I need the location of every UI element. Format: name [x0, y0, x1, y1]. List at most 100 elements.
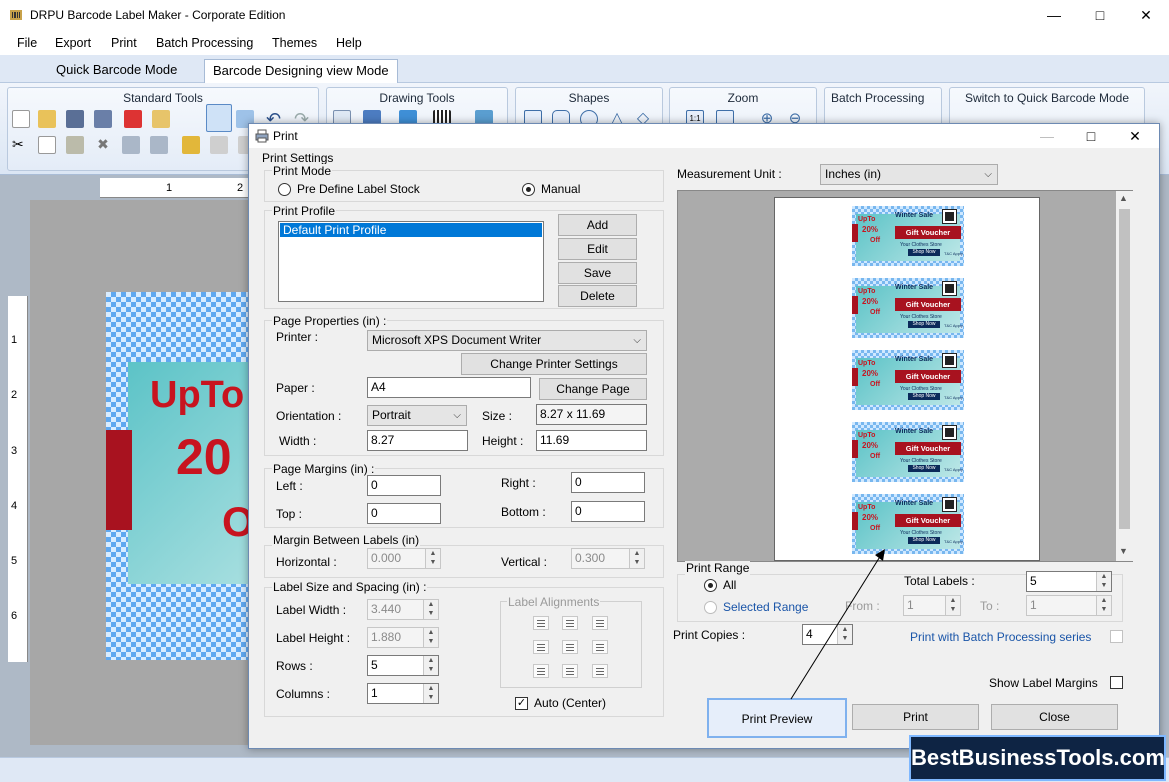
label-text-percent[interactable]: 20: [176, 428, 232, 486]
printer-select[interactable]: Microsoft XPS Document Writer ⌵: [367, 330, 647, 351]
close-icon[interactable]: ✕: [1123, 0, 1169, 31]
margin-between-legend: Margin Between Labels (in): [272, 533, 421, 547]
dialog-minimize-icon[interactable]: —: [1025, 124, 1069, 148]
label-store: Your Clothes Store: [900, 314, 942, 320]
label-percent: 20%: [862, 297, 879, 306]
menu-themes[interactable]: Themes: [272, 36, 317, 50]
change-page-button[interactable]: Change Page: [539, 378, 647, 400]
maximize-icon[interactable]: □: [1077, 0, 1123, 31]
profile-list[interactable]: Default Print Profile: [278, 221, 544, 302]
tab-quick-barcode-mode[interactable]: Quick Barcode Mode: [48, 59, 185, 83]
label-voucher: Gift Voucher: [895, 226, 961, 239]
scrollbar-thumb[interactable]: [1119, 209, 1130, 529]
preview-label: UpTo 20% Off Winter Sale Gift Voucher Your …: [852, 278, 964, 338]
total-labels-field[interactable]: 5 ▲ ▼: [1026, 571, 1112, 592]
label-voucher: Gift Voucher: [895, 442, 961, 455]
delete-icon[interactable]: ✖: [94, 136, 112, 154]
page-width-field[interactable]: 8.27: [367, 430, 468, 451]
label-off: Off: [870, 237, 881, 244]
pdf-icon[interactable]: [124, 110, 142, 128]
height-label: Height :: [482, 434, 524, 448]
radio-predefine-label-stock[interactable]: [278, 183, 291, 196]
spinner-icon: ▲ ▼: [423, 628, 438, 647]
label-voucher: Gift Voucher: [895, 514, 961, 527]
spinner-icon[interactable]: ▲ ▼: [423, 656, 438, 675]
bring-front-icon[interactable]: [122, 136, 140, 154]
label-width-field: 3.440 ▲ ▼: [367, 599, 439, 620]
label-text-upto[interactable]: UpTo: [150, 374, 244, 417]
spinner-icon[interactable]: ▲ ▼: [423, 684, 438, 703]
page-margins-legend: Page Margins (in) :: [272, 462, 376, 476]
auto-center-label: Auto (Center): [534, 696, 607, 710]
save-as-icon[interactable]: [94, 110, 112, 128]
close-button[interactable]: Close: [991, 704, 1118, 730]
orientation-select[interactable]: Portrait ⌵: [367, 405, 467, 426]
qr-code-icon: [942, 425, 957, 440]
rows-value: 5: [371, 658, 378, 672]
label-title: Winter Sale: [895, 500, 934, 507]
save-profile-button[interactable]: Save: [558, 262, 637, 284]
tab-barcode-designing-mode[interactable]: Barcode Designing view Mode: [204, 59, 398, 83]
printer-value: Microsoft XPS Document Writer: [372, 333, 542, 347]
menu-export[interactable]: Export: [55, 36, 91, 50]
unlock-icon[interactable]: [210, 136, 228, 154]
dialog-close-icon[interactable]: ✕: [1113, 124, 1157, 148]
new-icon[interactable]: [12, 110, 30, 128]
add-profile-button[interactable]: Add: [558, 214, 637, 236]
radio-manual[interactable]: [522, 183, 535, 196]
minimize-icon[interactable]: —: [1031, 0, 1077, 31]
spinner-icon[interactable]: ▲ ▼: [1096, 572, 1111, 591]
menu-help[interactable]: Help: [336, 36, 362, 50]
menu-file[interactable]: File: [17, 36, 37, 50]
copy-icon[interactable]: [38, 136, 56, 154]
orientation-value: Portrait: [372, 408, 411, 422]
label-upto: UpTo: [858, 216, 876, 223]
label-height-value: 1.880: [371, 630, 402, 644]
delete-profile-button[interactable]: Delete: [558, 285, 637, 307]
scroll-up-icon[interactable]: ▲: [1119, 193, 1128, 203]
columns-stepper[interactable]: 1 ▲ ▼: [367, 683, 439, 704]
label-store: Your Clothes Store: [900, 458, 942, 464]
rows-stepper[interactable]: 5 ▲ ▼: [367, 655, 439, 676]
paste-icon[interactable]: [66, 136, 84, 154]
align-top-right-icon: [592, 616, 608, 630]
print-range-legend: Print Range: [685, 561, 751, 575]
scroll-down-icon[interactable]: ▼: [1119, 546, 1128, 556]
lock-icon[interactable]: [182, 136, 200, 154]
right-margin-field[interactable]: 0: [571, 472, 645, 493]
send-back-icon[interactable]: [150, 136, 168, 154]
save-icon[interactable]: [66, 110, 84, 128]
radio-selected-range[interactable]: [704, 601, 717, 614]
show-label-margins-checkbox[interactable]: [1110, 676, 1123, 689]
label-percent: 20%: [862, 513, 879, 522]
auto-center-checkbox[interactable]: ✓: [515, 697, 528, 710]
batch-series-checkbox[interactable]: [1110, 630, 1123, 643]
orientation-label: Orientation :: [276, 409, 342, 423]
page-height-field[interactable]: 11.69: [536, 430, 647, 451]
paper-field[interactable]: A4: [367, 377, 531, 398]
email-icon[interactable]: [152, 110, 170, 128]
radio-print-all[interactable]: [704, 579, 717, 592]
bottom-margin-field[interactable]: 0: [571, 501, 645, 522]
list-item[interactable]: Default Print Profile: [280, 223, 542, 237]
dialog-maximize-icon[interactable]: □: [1069, 124, 1113, 148]
menu-print[interactable]: Print: [111, 36, 137, 50]
top-margin-field[interactable]: 0: [367, 503, 441, 524]
size-field: 8.27 x 11.69: [536, 404, 647, 425]
cut-icon[interactable]: ✂: [12, 136, 30, 154]
preview-scrollbar[interactable]: ▲ ▼: [1116, 191, 1133, 561]
menu-batch-processing[interactable]: Batch Processing: [156, 36, 253, 50]
ruler-tick: 2: [11, 389, 18, 401]
print-icon[interactable]: [206, 104, 232, 132]
label-red-stripe: [852, 368, 858, 386]
open-folder-icon[interactable]: [38, 110, 56, 128]
left-margin-field[interactable]: 0: [367, 475, 441, 496]
ruler-tick: 5: [11, 555, 18, 567]
measurement-unit-select[interactable]: Inches (in) ⌵: [820, 164, 998, 185]
right-margin-label: Right :: [501, 476, 536, 490]
label-shop-now: Shop Now: [908, 465, 940, 472]
change-printer-settings-button[interactable]: Change Printer Settings: [461, 353, 647, 375]
label-title: Winter Sale: [895, 212, 934, 219]
qr-code-icon: [942, 497, 957, 512]
edit-profile-button[interactable]: Edit: [558, 238, 637, 260]
